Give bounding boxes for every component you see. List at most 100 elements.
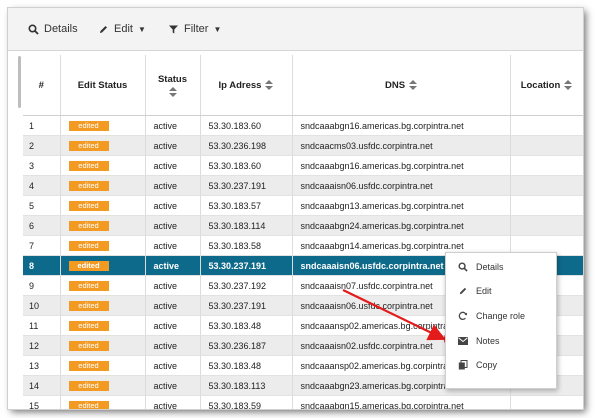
context-menu-item-notes[interactable]: Notes <box>446 331 556 351</box>
cell-location <box>510 135 583 156</box>
cell-edit-status: edited <box>60 235 146 256</box>
cell-number: 12 <box>23 335 61 356</box>
cell-edit-status: edited <box>60 295 146 316</box>
cell-number: 4 <box>23 175 61 196</box>
cell-location <box>510 215 583 236</box>
cell-number: 10 <box>23 295 61 316</box>
cell-status: active <box>145 155 201 176</box>
cell-edit-status: edited <box>60 375 146 396</box>
cell-number: 3 <box>23 155 61 176</box>
cell-ip-address: 53.30.183.48 <box>200 355 293 376</box>
cell-number: 14 <box>23 375 61 396</box>
cell-status: active <box>145 295 201 316</box>
cell-number: 2 <box>23 135 61 156</box>
cell-dns: sndcaaaisn06.usfdc.corpintra.net <box>292 175 511 196</box>
cell-edit-status: edited <box>60 315 146 336</box>
edited-badge: edited <box>68 261 109 271</box>
cell-status: active <box>145 335 201 356</box>
vertical-scrollbar[interactable] <box>18 56 21 108</box>
edited-badge: edited <box>68 381 109 391</box>
edited-badge: edited <box>68 221 109 231</box>
cell-edit-status: edited <box>60 215 146 236</box>
cell-status: active <box>145 135 201 156</box>
edited-badge: edited <box>68 241 109 251</box>
filter-dropdown-button[interactable]: Filter ▼ <box>168 21 221 37</box>
table-row[interactable]: 2 edited active 53.30.236.198 sndcaacms03.us… <box>23 135 583 156</box>
chevron-down-icon: ▼ <box>213 24 222 34</box>
cell-edit-status: edited <box>60 115 146 136</box>
cell-ip-address: 53.30.236.198 <box>200 135 293 156</box>
cell-location <box>510 175 583 196</box>
toolbar: Details Edit ▼ Filter ▼ <box>8 8 583 51</box>
dns-header-label: DNS <box>384 79 406 91</box>
cell-location <box>510 155 583 176</box>
context-menu-item-change-role[interactable]: Change role <box>446 306 556 326</box>
column-header-number: # <box>23 55 61 116</box>
cell-status: active <box>145 355 201 376</box>
envelope-icon <box>458 336 468 346</box>
details-label: Details <box>44 23 78 35</box>
cell-edit-status: edited <box>60 355 146 376</box>
table-row[interactable]: 4 edited active 53.30.237.191 sndcaaaisn06.u… <box>23 175 583 196</box>
cell-dns: sndcaaabgn16.americas.bg.corpintra.net <box>292 115 511 136</box>
edited-badge: edited <box>68 141 109 151</box>
cell-edit-status: edited <box>60 175 146 196</box>
cell-ip-address: 53.30.183.59 <box>200 395 293 409</box>
context-menu-item-details[interactable]: Details <box>446 257 556 277</box>
cell-ip-address: 53.30.183.57 <box>200 195 293 216</box>
sort-icon[interactable] <box>265 80 274 90</box>
table-row[interactable]: 1 edited active 53.30.183.60 sndcaaabgn16.am… <box>23 115 583 136</box>
cell-status: active <box>145 375 201 396</box>
column-header-location[interactable]: Location <box>510 55 583 116</box>
table-row[interactable]: 3 edited active 53.30.183.60 sndcaaabgn16.am… <box>23 155 583 176</box>
sort-icon[interactable] <box>409 80 418 90</box>
location-header-label: Location <box>520 79 561 91</box>
column-header-dns[interactable]: DNS <box>292 55 511 116</box>
cell-status: active <box>145 275 201 296</box>
filter-label: Filter <box>184 23 209 35</box>
cell-number: 5 <box>23 195 61 216</box>
cell-ip-address: 53.30.183.48 <box>200 315 293 336</box>
cell-number: 11 <box>23 315 61 336</box>
cell-edit-status: edited <box>60 395 146 409</box>
pencil-icon <box>98 24 109 35</box>
cell-number: 13 <box>23 355 61 376</box>
table-row[interactable]: 15 edited active 53.30.183.59 sndcaaabgn15.a… <box>23 395 583 409</box>
cell-ip-address: 53.30.183.60 <box>200 155 293 176</box>
status-header-label: Status <box>157 73 188 85</box>
edited-badge: edited <box>68 201 109 211</box>
context-menu-label: Change role <box>476 311 526 321</box>
column-header-edit-status[interactable]: Edit Status <box>60 55 146 116</box>
context-menu-item-edit[interactable]: Edit <box>446 281 556 301</box>
column-header-status[interactable]: Status <box>145 55 201 116</box>
cell-status: active <box>145 215 201 236</box>
cell-ip-address: 53.30.183.114 <box>200 215 293 236</box>
search-icon <box>458 262 468 272</box>
cell-dns: sndcaaabgn16.americas.bg.corpintra.net <box>292 155 511 176</box>
cell-number: 1 <box>23 115 61 136</box>
table-row[interactable]: 6 edited active 53.30.183.114 sndcaaabgn24.a… <box>23 215 583 236</box>
refresh-icon <box>458 311 468 321</box>
copy-icon <box>458 360 468 370</box>
edited-badge: edited <box>68 121 109 131</box>
cell-ip-address: 53.30.237.191 <box>200 295 293 316</box>
details-button[interactable]: Details <box>28 21 78 37</box>
edited-badge: edited <box>68 341 109 351</box>
edited-badge: edited <box>68 301 109 311</box>
cell-edit-status: edited <box>60 335 146 356</box>
cell-ip-address: 53.30.237.191 <box>200 175 293 196</box>
cell-edit-status: edited <box>60 255 146 276</box>
sort-icon[interactable] <box>168 86 177 97</box>
context-menu-item-copy[interactable]: Copy <box>446 355 556 375</box>
cell-ip-address: 53.30.183.60 <box>200 115 293 136</box>
edited-badge: edited <box>68 361 109 371</box>
cell-ip-address: 53.30.237.192 <box>200 275 293 296</box>
table-row[interactable]: 5 edited active 53.30.183.57 sndcaaabgn13.am… <box>23 195 583 216</box>
sort-icon[interactable] <box>564 80 573 90</box>
edited-badge: edited <box>68 401 109 409</box>
cell-status: active <box>145 235 201 256</box>
edit-label: Edit <box>114 23 133 35</box>
search-icon <box>28 23 39 35</box>
edit-dropdown-button[interactable]: Edit ▼ <box>98 21 146 37</box>
column-header-ip-address[interactable]: Ip Adress <box>200 55 293 116</box>
